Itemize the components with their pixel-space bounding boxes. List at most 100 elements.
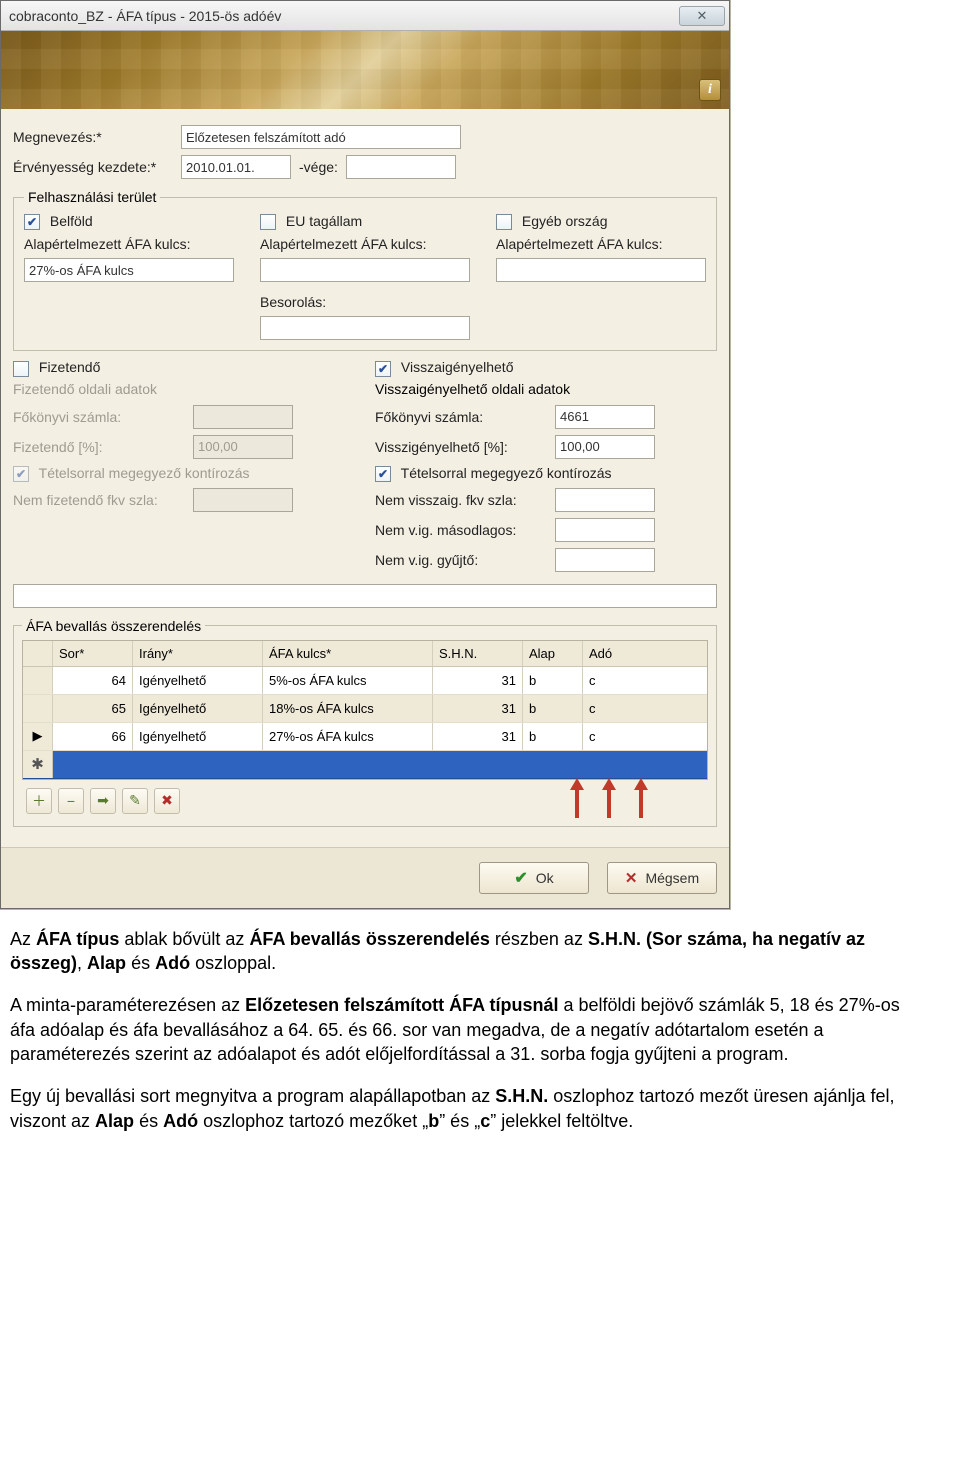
payable-percent-input [193, 435, 293, 459]
reclaim-sameline-label: Tételsorral megegyező kontírozás [401, 465, 612, 481]
cancel-label: Mégsem [645, 870, 699, 886]
payable-heading: Fizetendő oldali adatok [13, 381, 355, 397]
new-row[interactable]: ✱ [23, 751, 707, 779]
class-select[interactable] [260, 316, 470, 340]
other-label: Egyéb ország [522, 213, 608, 229]
plus-icon: ＋ [32, 791, 46, 811]
reclaim-label: Visszaigényelhető [401, 359, 514, 375]
table-row[interactable]: 64 Igényelhető 5%-os ÁFA kulcs 31 b c [23, 667, 707, 695]
cell-ado[interactable]: c [583, 667, 643, 694]
domestic-key-select[interactable]: 27%-os ÁFA kulcs [24, 258, 234, 282]
pencil-icon: ✎ [129, 792, 141, 809]
checkbox-icon: ✔ [13, 466, 29, 482]
cell-sor[interactable]: 64 [53, 667, 133, 694]
cell-shn[interactable]: 31 [433, 723, 523, 750]
payable-notpay-label: Nem fizetendő fkv szla: [13, 492, 183, 508]
minus-icon: − [67, 793, 75, 809]
cell-sor[interactable]: 66 [53, 723, 133, 750]
cell-kulcs[interactable]: 27%-os ÁFA kulcs [263, 723, 433, 750]
remove-row-button[interactable]: − [58, 788, 84, 814]
table-row[interactable]: ▶ 66 Igényelhető 27%-os ÁFA kulcs 31 b c [23, 723, 707, 751]
cell-shn[interactable]: 31 [433, 667, 523, 694]
cell-alap[interactable]: b [523, 695, 583, 722]
reclaim-panel: ✔ Visszaigényelhető Visszaigényelhető ol… [375, 359, 717, 578]
mapping-group: ÁFA bevallás összerendelés Sor* Irány* Á… [13, 618, 717, 827]
payable-percent-label: Fizetendő [%]: [13, 439, 183, 455]
checkbox-icon: ✔ [375, 466, 391, 482]
dialog-buttons: ✔ Ok ✕ Mégsem [1, 847, 729, 908]
col-marker [23, 641, 53, 666]
dialog-window: cobraconto_BZ - ÁFA típus - 2015-ös adóé… [0, 0, 730, 909]
cell-irany[interactable]: Igényelhető [133, 723, 263, 750]
payable-notpay-input [193, 488, 293, 512]
cell-irany[interactable]: Igényelhető [133, 695, 263, 722]
reclaim-ledger-input[interactable] [555, 405, 655, 429]
cell-sor[interactable]: 65 [53, 695, 133, 722]
valid-to-input[interactable] [346, 155, 456, 179]
table-toolbar: ＋ − ➡ ✎ ✖ [22, 780, 708, 818]
col-alap[interactable]: Alap [523, 641, 583, 666]
cell-kulcs[interactable]: 18%-os ÁFA kulcs [263, 695, 433, 722]
valid-to-label: -vége: [299, 159, 338, 175]
col-sor[interactable]: Sor* [53, 641, 133, 666]
usage-legend: Felhasználási terület [24, 189, 160, 205]
eu-defkey-label: Alapértelmezett ÁFA kulcs: [260, 236, 470, 252]
content-area: Megnevezés:* Érvényesség kezdete:* -vége… [1, 109, 729, 847]
reclaim-percent-label: Visszigényelhető [%]: [375, 439, 545, 455]
delete-row-button[interactable]: ✖ [154, 788, 180, 814]
titlebar: cobraconto_BZ - ÁFA típus - 2015-ös adóé… [1, 1, 729, 31]
mapping-legend: ÁFA bevallás összerendelés [22, 618, 205, 634]
other-check-row[interactable]: Egyéb ország [496, 213, 706, 230]
info-button[interactable]: i [699, 79, 721, 101]
cell-irany[interactable]: Igényelhető [133, 667, 263, 694]
reclaim-coll-input[interactable] [555, 548, 655, 572]
payable-check-row[interactable]: Fizetendő [13, 359, 355, 376]
eu-check-row[interactable]: EU tagállam [260, 213, 470, 230]
other-key-select[interactable] [496, 258, 706, 282]
payable-label: Fizetendő [39, 359, 100, 375]
col-irany[interactable]: Irány* [133, 641, 263, 666]
domestic-check-row[interactable]: ✔ Belföld [24, 213, 234, 230]
reclaim-sec-label: Nem v.ig. másodlagos: [375, 522, 545, 538]
checkbox-icon [260, 214, 276, 230]
checkbox-icon [13, 361, 29, 377]
reclaim-sameline-row[interactable]: ✔ Tételsorral megegyező kontírozás [375, 465, 717, 482]
reclaim-novig-input[interactable] [555, 488, 655, 512]
cell-ado[interactable]: c [583, 695, 643, 722]
ribbon-banner: i [1, 31, 729, 109]
free-text-input[interactable] [13, 584, 717, 608]
payable-ledger-input [193, 405, 293, 429]
domestic-label: Belföld [50, 213, 93, 229]
domestic-defkey-label: Alapértelmezett ÁFA kulcs: [24, 236, 234, 252]
edit-row-button[interactable]: ✎ [122, 788, 148, 814]
cell-alap[interactable]: b [523, 723, 583, 750]
class-label: Besorolás: [260, 294, 470, 310]
cell-shn[interactable]: 31 [433, 695, 523, 722]
payable-panel: Fizetendő Fizetendő oldali adatok Főköny… [13, 359, 355, 578]
close-icon: ✕ [625, 869, 638, 887]
forward-button[interactable]: ➡ [90, 788, 116, 814]
cell-kulcs[interactable]: 5%-os ÁFA kulcs [263, 667, 433, 694]
cell-ado[interactable]: c [583, 723, 643, 750]
col-ado[interactable]: Adó [583, 641, 643, 666]
reclaim-check-row[interactable]: ✔ Visszaigényelhető [375, 359, 717, 376]
reclaim-percent-input[interactable] [555, 435, 655, 459]
valid-from-label: Érvényesség kezdete:* [13, 159, 173, 175]
other-defkey-label: Alapértelmezett ÁFA kulcs: [496, 236, 706, 252]
close-button[interactable]: ✕ [679, 6, 725, 26]
valid-from-input[interactable] [181, 155, 291, 179]
cell-alap[interactable]: b [523, 667, 583, 694]
cancel-button[interactable]: ✕ Mégsem [607, 862, 717, 894]
col-shn[interactable]: S.H.N. [433, 641, 523, 666]
ok-button[interactable]: ✔ Ok [479, 862, 589, 894]
eu-key-select[interactable] [260, 258, 470, 282]
reclaim-sec-input[interactable] [555, 518, 655, 542]
table-row[interactable]: 65 Igényelhető 18%-os ÁFA kulcs 31 b c [23, 695, 707, 723]
checkbox-icon: ✔ [375, 361, 391, 377]
add-row-button[interactable]: ＋ [26, 788, 52, 814]
arrow-up-icon [572, 778, 584, 818]
name-input[interactable] [181, 125, 461, 149]
arrow-up-icon [604, 778, 616, 818]
ok-label: Ok [536, 870, 554, 886]
col-kulcs[interactable]: ÁFA kulcs* [263, 641, 433, 666]
